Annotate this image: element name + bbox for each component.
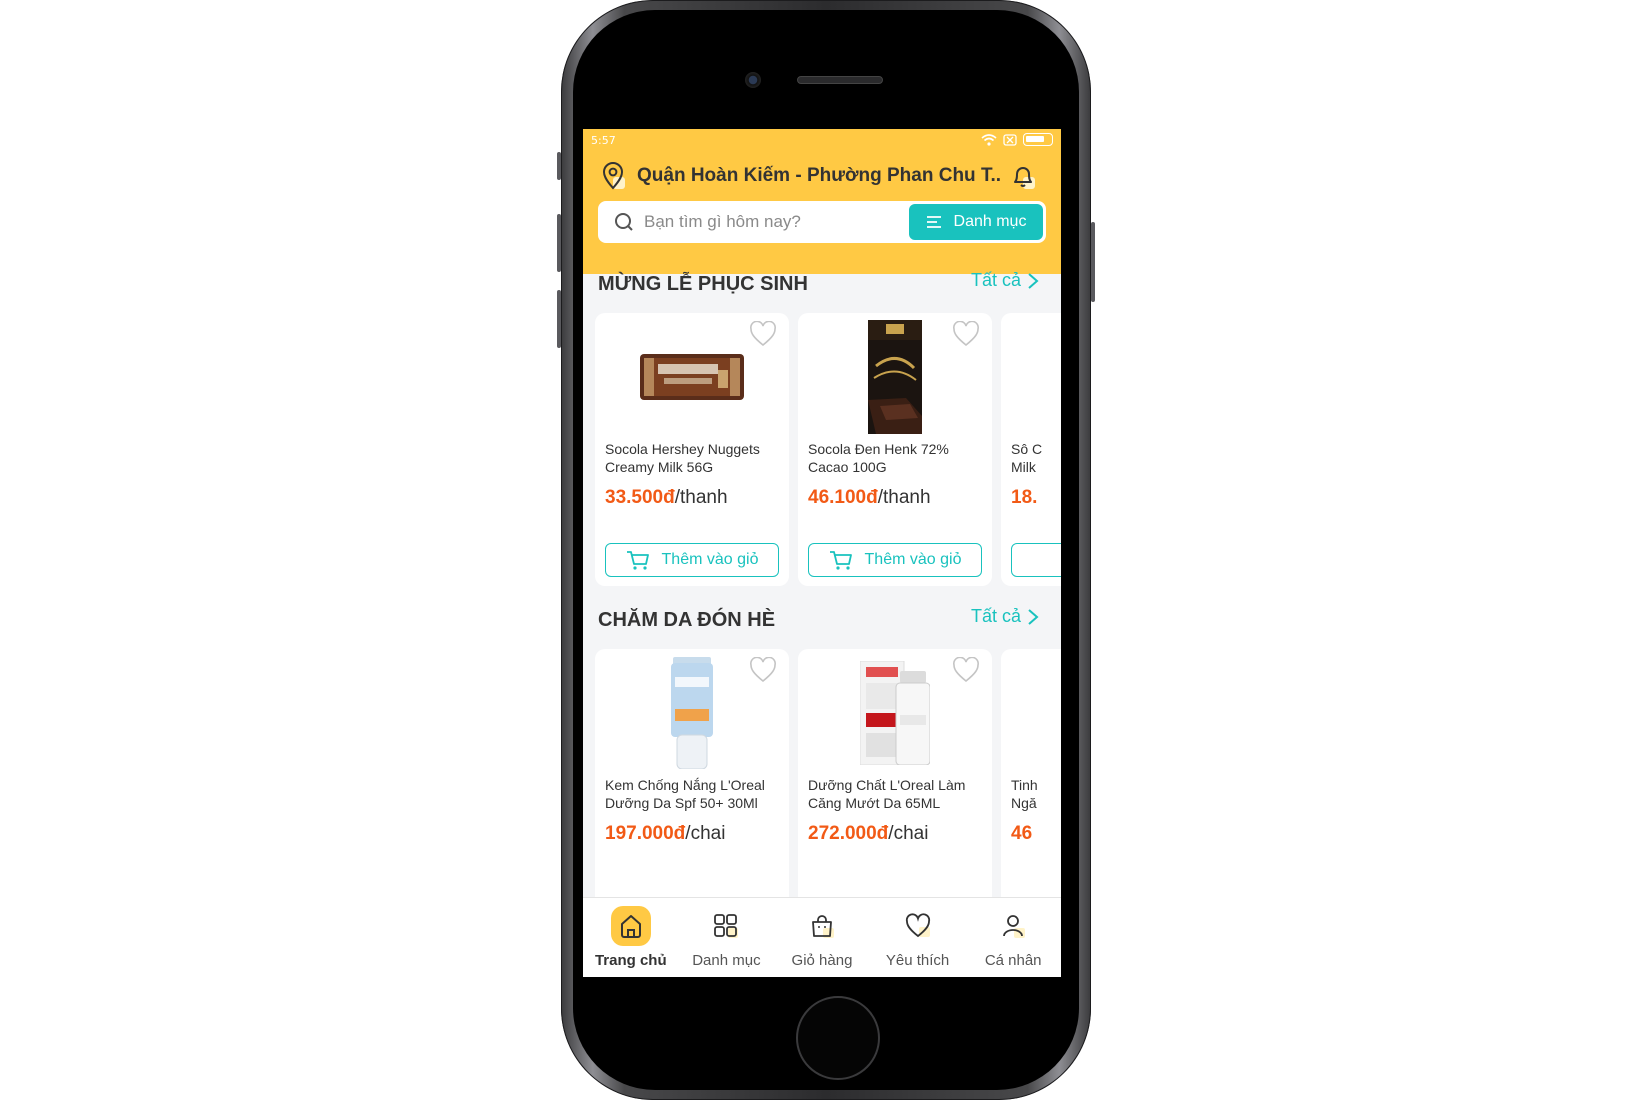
sim-off-icon [1003, 133, 1017, 146]
product-card[interactable]: Socola Hershey Nuggets Creamy Milk 56G 3… [595, 313, 789, 586]
mute-switch [557, 152, 561, 180]
home-button[interactable] [796, 996, 880, 1080]
add-to-cart-label: Thêm vào giỏ [864, 551, 962, 568]
product-card[interactable]: Kem Chống Nắng L'Oreal Dưỡng Da Spf 50+ … [595, 649, 789, 922]
add-to-cart-button[interactable]: Thêm vào giỏ [808, 543, 982, 577]
product-image-henk [798, 319, 992, 435]
bottom-nav: Trang chủ Danh mục Giỏ hàng Yêu thích Cá… [583, 897, 1061, 977]
bell-icon[interactable] [1011, 163, 1037, 191]
cart-icon [626, 551, 649, 570]
battery-icon [1023, 133, 1053, 146]
product-unit: /chai [888, 823, 929, 844]
location-pin-icon [602, 162, 625, 190]
category-button-label: Danh mục [953, 213, 1027, 230]
nav-categories[interactable]: Danh mục [679, 898, 775, 977]
grid-icon [706, 906, 746, 946]
nav-favorites[interactable]: Yêu thích [870, 898, 966, 977]
product-price: 33.500đ [605, 487, 675, 508]
status-time: 5:57 [591, 134, 616, 147]
search-bar[interactable]: Bạn tìm gì hôm nay? Danh mục [598, 201, 1046, 243]
front-camera [745, 72, 761, 88]
add-to-cart-button[interactable] [1011, 543, 1061, 577]
volume-down-button [557, 290, 561, 348]
heart-icon [898, 906, 938, 946]
status-bar: 5:57 [583, 129, 1061, 151]
home-icon [610, 906, 651, 946]
volume-up-button [557, 214, 561, 272]
product-unit: /thanh [674, 487, 728, 508]
search-input[interactable]: Bạn tìm gì hôm nay? [644, 212, 801, 232]
product-price-row: 272.000đ/chai [808, 823, 928, 845]
wifi-icon [981, 133, 997, 146]
menu-icon [926, 216, 941, 228]
product-price: 272.000đ [808, 823, 889, 844]
see-all-easter[interactable]: Tất cả [971, 270, 1039, 291]
location-text: Quận Hoàn Kiếm - Phường Phan Chu T.. [637, 165, 1001, 186]
cart-icon [829, 551, 852, 570]
nav-label: Cá nhân [984, 952, 1042, 969]
product-name: Tinh Ngă [1011, 777, 1038, 811]
nav-home[interactable]: Trang chủ [583, 898, 679, 977]
product-card-partial[interactable]: Sô C Milk 18. [1001, 313, 1061, 586]
nav-label: Trang chủ [594, 952, 667, 969]
add-to-cart-label: Thêm vào giỏ [661, 551, 759, 568]
product-price-row: 33.500đ/thanh [605, 487, 728, 509]
product-price-row: 46 [1011, 823, 1032, 845]
product-name: Sô C Milk [1011, 441, 1043, 475]
product-price-row: 197.000đ/chai [605, 823, 725, 845]
product-price: 18. [1011, 487, 1038, 508]
app-header: 5:57 Quận Hoàn Kiếm - Phường Phan Chu T.… [583, 129, 1061, 274]
earpiece-speaker [797, 76, 883, 84]
product-name: Kem Chống Nắng L'Oreal Dưỡng Da Spf 50+ … [605, 777, 765, 811]
user-icon [993, 906, 1033, 946]
see-all-skincare[interactable]: Tất cả [971, 606, 1039, 627]
product-card[interactable]: Socola Đen Henk 72% Cacao 100G 46.100đ/t… [798, 313, 992, 586]
product-unit: /chai [685, 823, 726, 844]
nav-label: Giỏ hàng [791, 952, 853, 969]
product-price: 46.100đ [808, 487, 878, 508]
product-name: Dưỡng Chất L'Oreal Làm Căng Mướt Da 65ML [808, 777, 966, 811]
product-image-sunscreen [595, 655, 789, 771]
product-price-row: 18. [1011, 487, 1037, 509]
product-price: 46 [1011, 823, 1033, 844]
product-name: Socola Đen Henk 72% Cacao 100G [808, 441, 949, 475]
power-button [1091, 222, 1095, 302]
product-unit: /thanh [877, 487, 931, 508]
chevron-right-icon [1028, 272, 1039, 289]
product-name: Socola Hershey Nuggets Creamy Milk 56G [605, 441, 760, 475]
location-selector[interactable]: Quận Hoàn Kiếm - Phường Phan Chu T.. [601, 159, 1045, 193]
section-title-easter: MỪNG LỄ PHỤC SINH [598, 273, 808, 295]
product-price-row: 46.100đ/thanh [808, 487, 931, 509]
search-icon [615, 213, 633, 231]
see-all-label: Tất cả [970, 606, 1021, 626]
nav-cart[interactable]: Giỏ hàng [774, 898, 870, 977]
status-icons [981, 133, 1053, 146]
nav-label: Yêu thích [885, 952, 950, 969]
nav-profile[interactable]: Cá nhân [965, 898, 1061, 977]
app-screen: 5:57 Quận Hoàn Kiếm - Phường Phan Chu T.… [583, 129, 1061, 977]
chevron-right-icon [1028, 608, 1039, 625]
product-image-hershey [595, 319, 789, 435]
product-card-partial[interactable]: Tinh Ngă 46 [1001, 649, 1061, 922]
add-to-cart-button[interactable]: Thêm vào giỏ [605, 543, 779, 577]
see-all-label: Tất cả [970, 270, 1021, 290]
bag-icon [802, 906, 842, 946]
product-price: 197.000đ [605, 823, 686, 844]
product-image-revitalift [798, 655, 992, 771]
nav-label: Danh mục [692, 952, 761, 969]
category-button[interactable]: Danh mục [909, 204, 1043, 240]
product-card[interactable]: Dưỡng Chất L'Oreal Làm Căng Mướt Da 65ML… [798, 649, 992, 922]
section-title-skincare: CHĂM DA ĐÓN HÈ [598, 609, 776, 631]
